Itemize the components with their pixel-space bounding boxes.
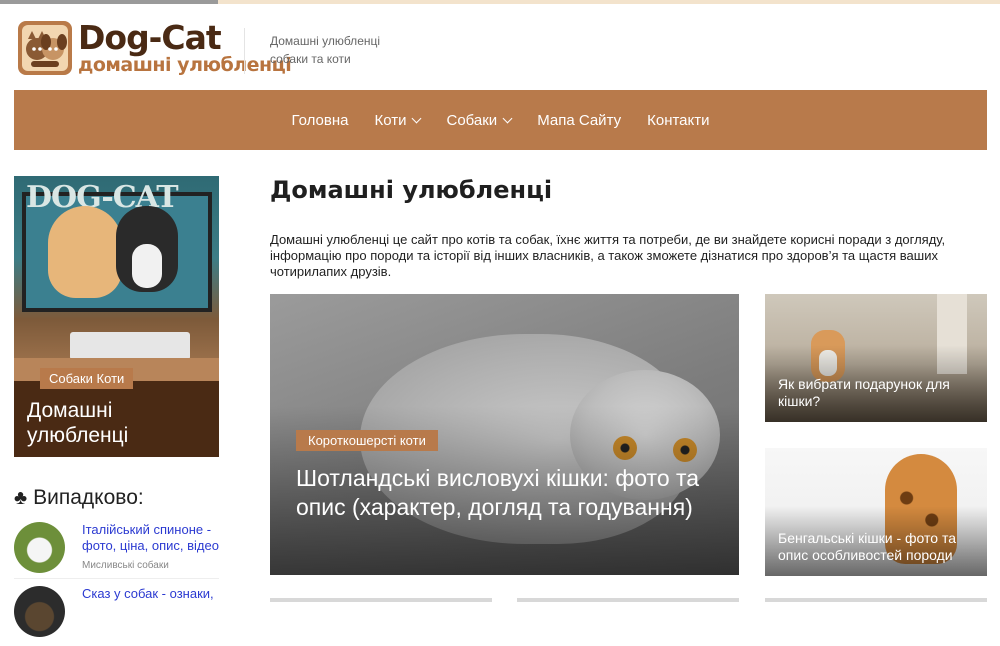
site-header: Dog-Cat домашні улюбленці Домашні улюбле…: [0, 4, 1000, 90]
list-item: Сказ у собак - ознаки,: [14, 586, 219, 646]
article-thumbnail[interactable]: [14, 522, 65, 573]
divider: [14, 578, 219, 579]
article-card[interactable]: Як вибрати подарунок для кішки?: [765, 294, 987, 422]
featured-article-card[interactable]: Короткошерсті коти Шотландські висловухі…: [270, 294, 739, 575]
article-link[interactable]: Італійський спиноне - фото, ціна, опис, …: [82, 522, 222, 554]
list-item: Італійський спиноне - фото, ціна, опис, …: [14, 522, 219, 582]
article-thumbnail[interactable]: [14, 586, 65, 637]
club-icon: ♣: [14, 486, 28, 509]
promo-card[interactable]: DOG-CAT Собаки Коти Домашні улюбленці: [14, 176, 219, 457]
nav-label: Собаки: [446, 111, 498, 129]
main-navigation: Головна Коти Собаки Мапа Сайту Контакти: [14, 90, 987, 150]
featured-title[interactable]: Шотландські висловухі кішки: фото та опи…: [296, 464, 716, 522]
random-widget-title: ♣ Випадково:: [14, 486, 144, 510]
logo-title: Dog-Cat: [78, 18, 222, 57]
featured-category-tag[interactable]: Короткошерсті коти: [296, 430, 438, 451]
nav-label: Головна: [291, 111, 349, 129]
nav-item-sitemap[interactable]: Мапа Сайту: [537, 112, 621, 129]
dog-cat-logo-icon: [18, 21, 72, 75]
nav-item-cats[interactable]: Коти: [374, 111, 422, 129]
site-tagline: Домашні улюбленці собаки та коти: [270, 32, 380, 68]
page-title: Домашні улюбленці: [270, 176, 553, 204]
promo-category-tag[interactable]: Собаки Коти: [40, 368, 134, 389]
article-card-title[interactable]: Як вибрати подарунок для кішки?: [778, 376, 978, 410]
nav-item-dogs[interactable]: Собаки: [446, 111, 513, 129]
logo-subtitle: домашні улюбленці: [78, 54, 292, 76]
promo-title[interactable]: Домашні улюбленці: [27, 398, 219, 448]
intro-text: Домашні улюбленці це сайт про котів та с…: [270, 232, 946, 279]
next-card-edge: [765, 598, 987, 602]
nav-label: Коти: [374, 111, 407, 129]
nav-label: Контакти: [647, 111, 710, 129]
nav-label: Мапа Сайту: [537, 111, 622, 129]
article-category[interactable]: Мисливські собаки: [82, 560, 169, 571]
article-card-title[interactable]: Бенгальські кішки - фото та опис особлив…: [778, 530, 978, 564]
header-divider: [244, 28, 245, 74]
site-logo[interactable]: Dog-Cat домашні улюбленці: [16, 18, 292, 78]
chevron-down-icon: [502, 113, 513, 123]
nav-item-home[interactable]: Головна: [291, 112, 348, 129]
tagline-line-1: Домашні улюбленці: [270, 34, 381, 48]
next-card-edge: [270, 598, 492, 602]
nav-item-contacts[interactable]: Контакти: [647, 112, 709, 129]
article-card[interactable]: Бенгальські кішки - фото та опис особлив…: [765, 448, 987, 576]
chevron-down-icon: [412, 113, 422, 123]
random-title-label: Випадково:: [33, 486, 144, 509]
promo-image: DOG-CAT: [14, 176, 219, 381]
article-link[interactable]: Сказ у собак - ознаки,: [82, 586, 222, 602]
tagline-line-2: собаки та коти: [270, 52, 351, 66]
next-card-edge: [517, 598, 739, 602]
